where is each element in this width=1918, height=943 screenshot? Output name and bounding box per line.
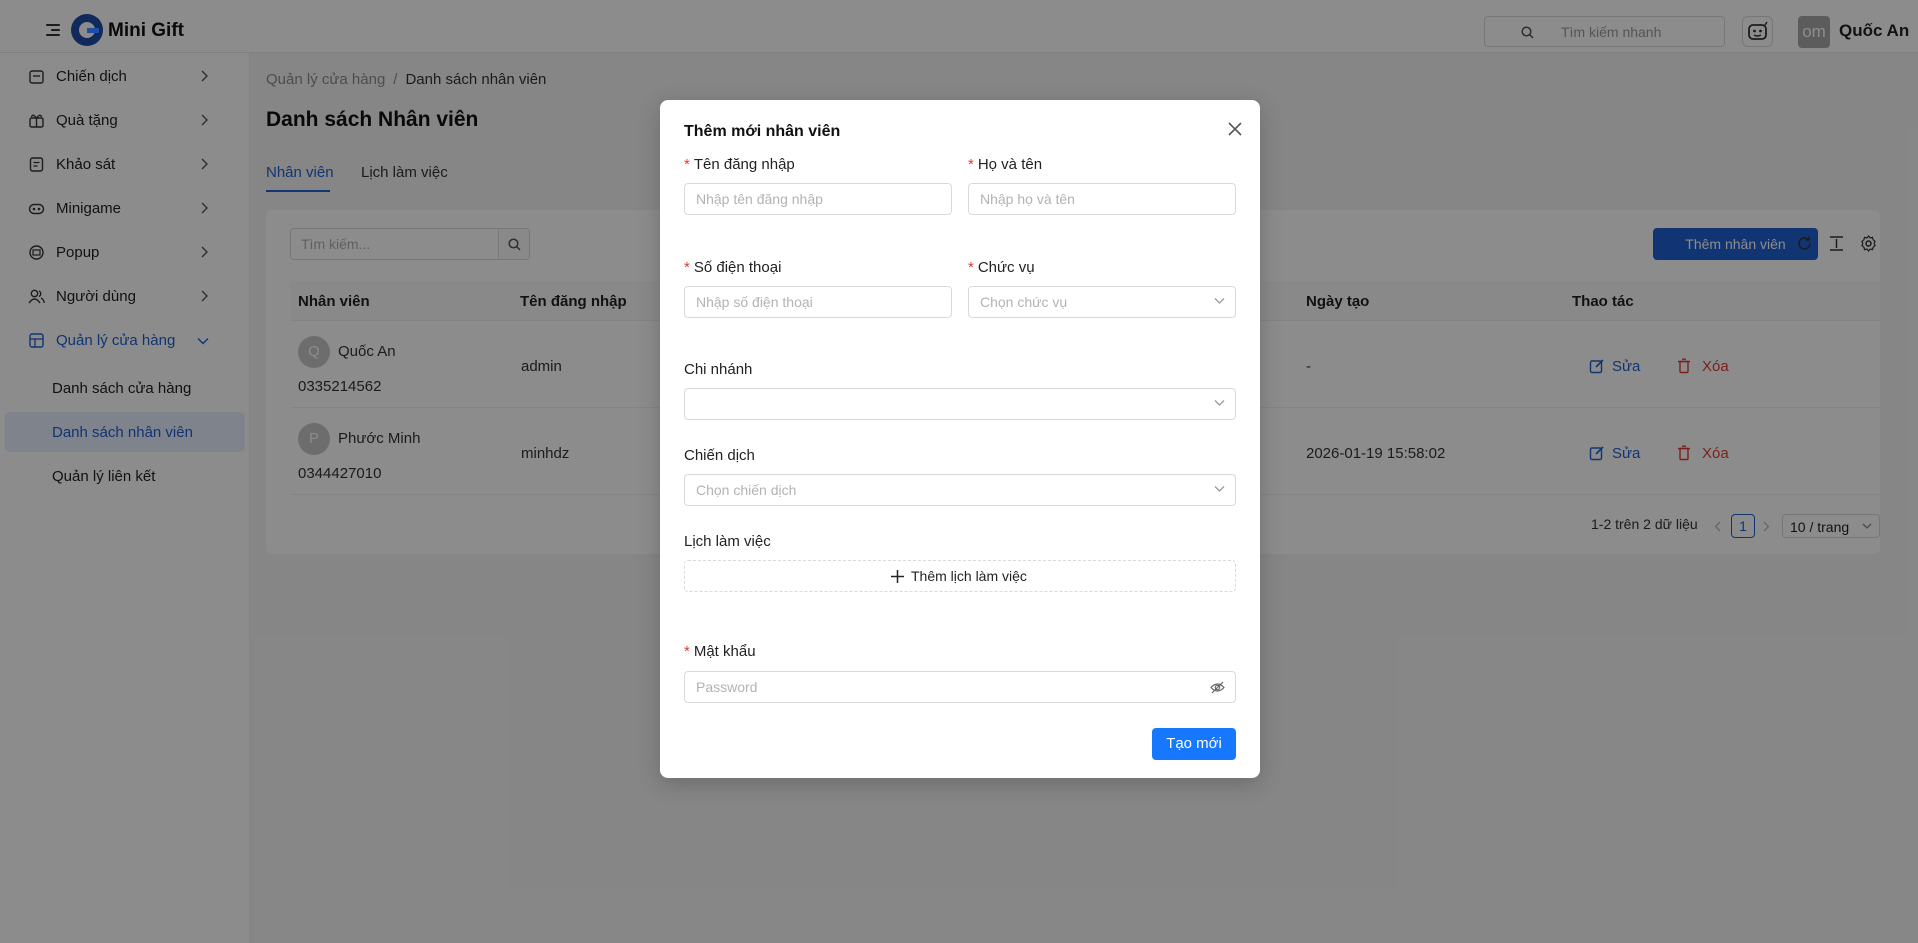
branch-label: Chi nhánh — [684, 361, 753, 378]
add-staff-modal: Thêm mới nhân viên * Tên đăng nhập Nhập t… — [660, 100, 1260, 778]
username-field[interactable]: Nhập tên đăng nhập — [684, 183, 952, 215]
fullname-placeholder: Nhập họ và tên — [980, 191, 1075, 207]
modal-title: Thêm mới nhân viên — [684, 123, 841, 140]
position-label: * Chức vụ — [968, 259, 1035, 276]
close-icon[interactable] — [1224, 118, 1246, 140]
chevron-down-icon — [1214, 298, 1225, 304]
campaign-placeholder: Chọn chiến dịch — [696, 482, 797, 498]
add-schedule-button[interactable]: Thêm lịch làm việc — [684, 560, 1236, 592]
submit-create-button[interactable]: Tạo mới — [1152, 728, 1236, 760]
position-select[interactable]: Chọn chức vụ — [968, 286, 1236, 318]
phone-placeholder: Nhập số điện thoại — [696, 294, 813, 310]
schedule-label: Lịch làm việc — [684, 533, 771, 550]
branch-select[interactable] — [684, 388, 1236, 420]
chevron-down-icon — [1214, 400, 1225, 406]
add-schedule-label: Thêm lịch làm việc — [911, 568, 1027, 584]
phone-label: * Số điện thoại — [684, 259, 782, 276]
fullname-label: * Họ và tên — [968, 156, 1043, 173]
campaign-label: Chiến dịch — [684, 447, 755, 464]
campaign-select[interactable]: Chọn chiến dịch — [684, 474, 1236, 506]
chevron-down-icon — [1214, 486, 1225, 492]
password-field[interactable]: Password — [684, 671, 1236, 703]
phone-field[interactable]: Nhập số điện thoại — [684, 286, 952, 318]
fullname-field[interactable]: Nhập họ và tên — [968, 183, 1236, 215]
username-label: * Tên đăng nhập — [684, 156, 795, 173]
eye-invisible-icon[interactable] — [1210, 680, 1225, 695]
plus-icon — [891, 570, 904, 583]
position-placeholder: Chọn chức vụ — [980, 294, 1068, 310]
password-placeholder: Password — [696, 679, 758, 695]
password-label: * Mật khẩu — [684, 643, 756, 660]
username-placeholder: Nhập tên đăng nhập — [696, 191, 823, 207]
